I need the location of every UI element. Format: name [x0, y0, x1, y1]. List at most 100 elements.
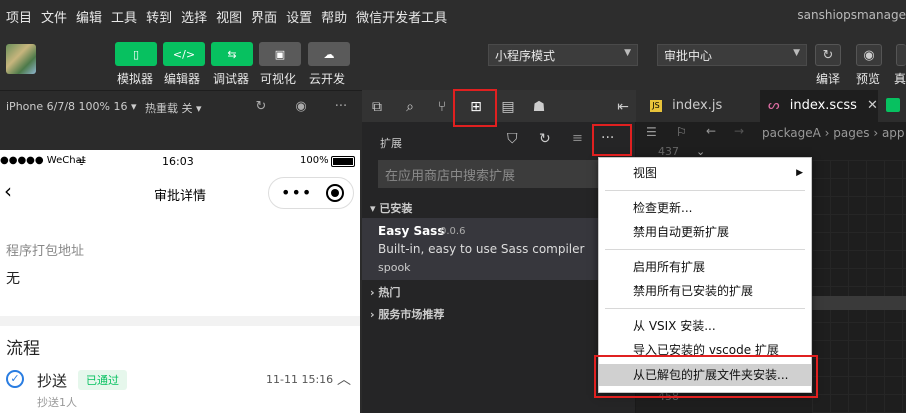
menu-wechat-devtools[interactable]: 微信开发者工具: [349, 7, 447, 26]
real-device-button[interactable]: [896, 44, 906, 66]
extension-author: spook: [378, 261, 411, 274]
installed-label: 已安装: [379, 202, 413, 215]
phone-icon: ▯: [132, 47, 140, 61]
step-time: 11-11 15:16: [266, 373, 334, 386]
new-file-icon[interactable]: [886, 98, 900, 112]
stop-icon[interactable]: ◉: [293, 99, 309, 115]
list-icon[interactable]: ☰: [646, 125, 657, 139]
compile-button[interactable]: ↻: [815, 44, 841, 66]
battery-icon: [331, 156, 355, 167]
menu-item-install-vsix[interactable]: 从 VSIX 安装...: [599, 315, 811, 337]
field-value: 无: [6, 271, 20, 287]
forward-arrow-icon[interactable]: →: [734, 124, 744, 138]
hot-label: 热门: [378, 286, 401, 299]
menu-item-enable-all[interactable]: 启用所有扩展: [599, 256, 811, 278]
capsule-menu[interactable]: •••: [268, 177, 354, 209]
status-badge: 已通过: [78, 370, 127, 390]
minimap-grid: [812, 160, 906, 413]
bookmark-icon[interactable]: ⚐: [676, 125, 687, 139]
menu-item-label: 视图: [633, 166, 658, 180]
extension-version: 0.0.6: [440, 226, 466, 237]
highlight-extensions-icon: [453, 89, 497, 127]
menu-item-view[interactable]: 视图 ▶: [599, 162, 811, 184]
info-card: 程序打包地址 无: [0, 214, 360, 316]
storage-icon[interactable]: ▤: [499, 98, 517, 116]
mode-select[interactable]: 小程序模式 ▼: [488, 44, 638, 66]
search-icon[interactable]: ⌕: [401, 98, 419, 116]
panel-title: 扩展: [380, 137, 402, 150]
layout-icon: ▣: [274, 47, 286, 61]
toolbar: ▯ 模拟器 </> 编辑器 ⇆ 调试器 ▣ 可视化 ☁ 云开发 小程序模式 ▼ …: [0, 32, 906, 90]
debugger-toggle-button[interactable]: ⇆: [211, 42, 253, 66]
menu-item-disable-auto-update[interactable]: 禁用自动更新扩展: [599, 221, 811, 243]
refresh-icon[interactable]: ↻: [539, 131, 551, 147]
menu-interface[interactable]: 界面: [244, 7, 277, 26]
back-arrow-icon[interactable]: ←: [706, 124, 716, 138]
more-icon[interactable]: ···: [333, 99, 349, 115]
process-card: 流程 ✓ 抄送 已通过 11-11 15:16 ︿ 抄送1人: [0, 326, 360, 413]
hotreload-select[interactable]: 热重载 关 ▾: [145, 100, 202, 116]
check-circle-icon: ✓: [6, 370, 24, 388]
device-select[interactable]: iPhone 6/7/8 100% 16 ▾: [6, 100, 137, 113]
minimap-highlight: [812, 296, 906, 310]
simulator-toggle-button[interactable]: ▯: [115, 42, 157, 66]
menu-separator: [605, 190, 805, 191]
tab-label: index.js: [672, 98, 723, 113]
visual-label: 可视化: [260, 72, 297, 86]
battery-percent: 100%: [300, 155, 329, 166]
project-name: sanshiopsmanage: [797, 8, 906, 22]
menu-goto[interactable]: 转到: [139, 7, 172, 26]
hot-section-header[interactable]: › 热门: [362, 284, 636, 302]
close-icon[interactable]: ✕: [867, 98, 878, 113]
simulator-header: iPhone 6/7/8 100% 16 ▾ 热重载 关 ▾ ↻ ◉ ···: [0, 90, 362, 122]
cloud-button[interactable]: ☁: [308, 42, 350, 66]
files-icon[interactable]: ⧉: [368, 98, 386, 116]
tab-index-scss[interactable]: ᔕ index.scss ✕: [760, 90, 878, 122]
field-label: 程序打包地址: [6, 244, 85, 259]
carrier-label: ●●●●● WeChat: [0, 155, 86, 166]
menu-separator: [605, 308, 805, 309]
menu-item-check-updates[interactable]: 检查更新...: [599, 197, 811, 219]
avatar[interactable]: [6, 44, 36, 74]
docker-icon[interactable]: ☗: [530, 98, 548, 116]
highlight-install-from-folder: [594, 355, 818, 398]
refresh-icon[interactable]: ↻: [253, 99, 269, 115]
menu-project[interactable]: 项目: [0, 7, 32, 26]
editor-toggle-button[interactable]: </>: [163, 42, 205, 66]
js-file-icon: JS: [650, 99, 662, 112]
menu-settings[interactable]: 设置: [279, 7, 312, 26]
tab-index-js[interactable]: JS index.js: [650, 90, 760, 122]
menu-item-disable-all[interactable]: 禁用所有已安装的扩展: [599, 280, 811, 302]
debugger-label: 调试器: [213, 72, 250, 86]
menu-tools[interactable]: 工具: [104, 7, 137, 26]
preview-button[interactable]: ◉: [856, 44, 882, 66]
installed-section-header[interactable]: ▾ 已安装: [362, 200, 636, 218]
menu-separator: [605, 249, 805, 250]
menu-help[interactable]: 帮助: [314, 7, 347, 26]
more-dots-icon[interactable]: •••: [281, 183, 312, 202]
source-control-icon[interactable]: ⑂: [433, 98, 451, 116]
tab-label: index.scss: [789, 98, 857, 113]
menu-file[interactable]: 文件: [34, 7, 67, 26]
collapse-panel-icon[interactable]: ⇤: [614, 98, 632, 116]
cloud-label: 云开发: [309, 72, 346, 86]
menu-view[interactable]: 视图: [209, 7, 242, 26]
extension-search-input[interactable]: 在应用商店中搜索扩展: [378, 160, 626, 188]
chevron-up-icon[interactable]: ︿: [337, 369, 351, 389]
simulator-spacer: [0, 122, 362, 150]
clear-icon[interactable]: ≡: [572, 131, 583, 146]
extension-item[interactable]: Easy Sass 0.0.6 Built-in, easy to use Sa…: [362, 218, 636, 280]
breadcrumb-path[interactable]: packageA › pages › app: [762, 126, 905, 140]
filter-icon[interactable]: ⛉: [507, 131, 518, 147]
page-select[interactable]: 审批中心 ▼: [657, 44, 807, 66]
status-time: 16:03: [162, 155, 194, 168]
real-device-label: 真: [894, 72, 906, 86]
mode-select-value: 小程序模式: [495, 49, 556, 63]
preview-label: 预览: [856, 72, 881, 86]
visual-toggle-button[interactable]: ▣: [259, 42, 301, 66]
section-title: 流程: [6, 339, 40, 359]
market-section-header[interactable]: › 服务市场推荐: [362, 306, 636, 324]
menu-select[interactable]: 选择: [174, 7, 207, 26]
menu-edit[interactable]: 编辑: [69, 7, 102, 26]
close-capsule-icon[interactable]: [326, 184, 344, 202]
